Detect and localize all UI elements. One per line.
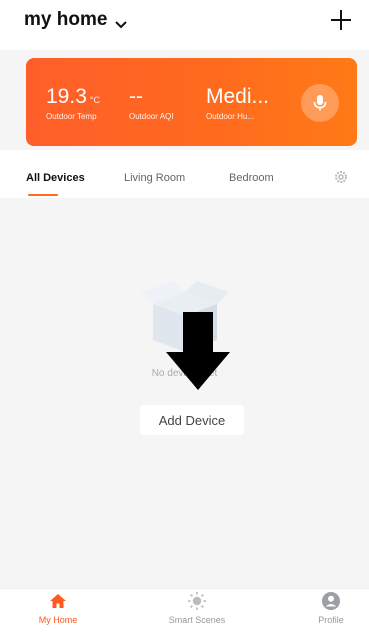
tab-living-room[interactable]: Living Room [124,172,185,184]
add-device-button[interactable]: Add Device [140,405,244,435]
room-settings-button[interactable] [333,169,349,185]
microphone-icon [313,95,327,111]
top-bar: my home [0,0,369,50]
home-selector[interactable]: my home [24,9,128,31]
room-tabs: All Devices Living Room Bedroom [0,150,369,198]
home-icon [50,594,66,608]
home-title: my home [24,9,108,30]
active-tab-indicator [28,194,58,196]
nav-smart-scenes[interactable]: Smart Scenes [157,591,237,625]
aqi-value: -- [129,85,143,108]
bottom-navigation: My Home Smart Scenes Profile [0,588,369,634]
aqi-label: Outdoor AQI [129,112,174,121]
tab-all-devices[interactable]: All Devices [26,172,85,184]
nav-label: Smart Scenes [168,615,226,625]
humidity-label: Outdoor Hu... [206,112,255,121]
gear-icon [335,171,347,183]
plus-icon [331,10,351,30]
nav-profile[interactable]: Profile [291,591,369,625]
profile-icon [322,592,340,610]
temperature-value: 19.3 °C [46,85,100,108]
device-list-empty [0,198,369,588]
nav-label: My Home [38,615,78,625]
tab-bedroom[interactable]: Bedroom [229,172,274,184]
nav-my-home[interactable]: My Home [18,591,98,625]
weather-card[interactable]: 19.3 °C Outdoor Temp -- Outdoor AQI Medi.… [26,58,357,146]
nav-label: Profile [318,615,344,625]
voice-button[interactable] [301,84,339,122]
humidity-value: Medi... [206,85,270,108]
temperature-label: Outdoor Temp [46,112,97,121]
sun-icon [188,592,206,610]
down-arrow-icon [166,312,230,390]
temperature-unit: °C [89,95,100,105]
add-button[interactable] [327,6,355,34]
